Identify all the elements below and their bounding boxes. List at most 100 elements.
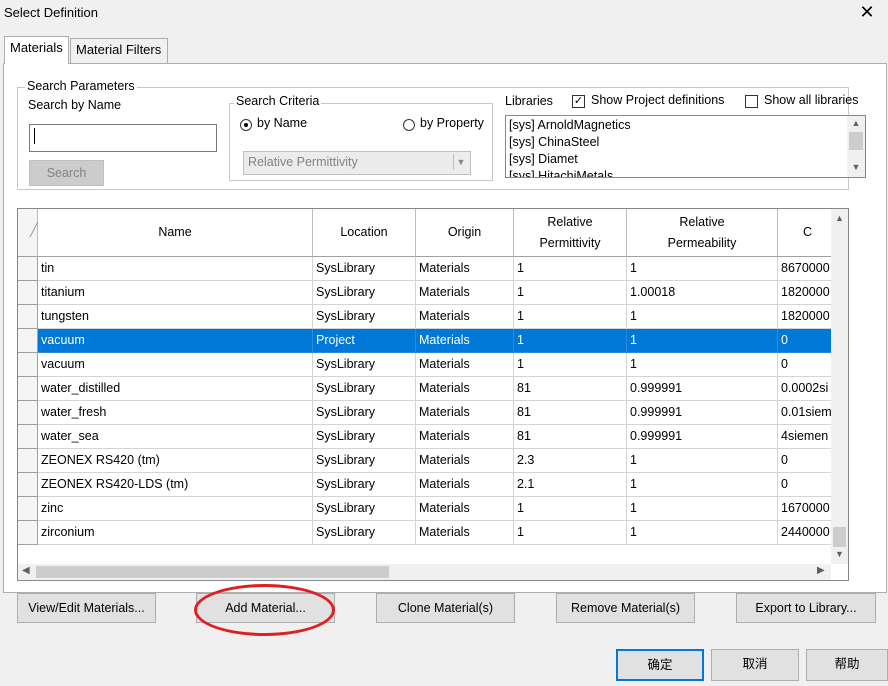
row-header[interactable] xyxy=(18,473,38,497)
table-cell[interactable]: 0 xyxy=(778,449,831,473)
table-cell[interactable]: SysLibrary xyxy=(313,257,416,281)
tab-materials[interactable]: Materials xyxy=(4,36,69,64)
column-header[interactable]: Relative Permittivity xyxy=(514,209,627,257)
column-header[interactable]: Relative Permeability xyxy=(627,209,778,257)
table-cell[interactable]: Materials xyxy=(416,281,514,305)
table-cell[interactable]: 1 xyxy=(627,473,778,497)
tab-material-filters[interactable]: Material Filters xyxy=(70,38,168,63)
by-name-radio[interactable] xyxy=(240,119,252,131)
row-header[interactable] xyxy=(18,401,38,425)
libraries-list[interactable]: [sys] ArnoldMagnetics [sys] ChinaSteel [… xyxy=(505,115,866,178)
table-cell[interactable]: SysLibrary xyxy=(313,401,416,425)
table-cell[interactable]: SysLibrary xyxy=(313,521,416,545)
table-cell[interactable]: 1 xyxy=(514,305,627,329)
table-cell[interactable]: tin xyxy=(38,257,313,281)
table-cell[interactable]: 1 xyxy=(627,329,778,353)
table-cell[interactable]: 1 xyxy=(627,353,778,377)
row-header[interactable] xyxy=(18,425,38,449)
table-cell[interactable]: 1670000 xyxy=(778,497,831,521)
table-cell[interactable]: water_distilled xyxy=(38,377,313,401)
row-header[interactable] xyxy=(18,329,38,353)
export-to-library-button[interactable]: Export to Library... xyxy=(736,593,876,623)
table-cell[interactable]: 8670000 xyxy=(778,257,831,281)
scroll-thumb[interactable] xyxy=(36,566,389,578)
show-project-checkbox[interactable]: ✓ xyxy=(572,95,585,108)
table-cell[interactable]: 4siemen xyxy=(778,425,831,449)
table-cell[interactable]: 1 xyxy=(514,329,627,353)
table-cell[interactable]: SysLibrary xyxy=(313,377,416,401)
table-cell[interactable]: 1.00018 xyxy=(627,281,778,305)
row-header[interactable] xyxy=(18,281,38,305)
clone-materials-button[interactable]: Clone Material(s) xyxy=(376,593,515,623)
library-item[interactable]: [sys] ArnoldMagnetics xyxy=(509,117,631,134)
column-header[interactable]: Location xyxy=(313,209,416,257)
table-cell[interactable]: water_fresh xyxy=(38,401,313,425)
libraries-scrollbar[interactable]: ▲ ▼ xyxy=(847,116,865,177)
scroll-thumb[interactable] xyxy=(833,527,846,547)
row-header[interactable] xyxy=(18,353,38,377)
table-cell[interactable]: SysLibrary xyxy=(313,281,416,305)
table-cell[interactable]: zirconium xyxy=(38,521,313,545)
help-button[interactable]: 帮助 xyxy=(806,649,888,681)
table-cell[interactable]: water_sea xyxy=(38,425,313,449)
table-cell[interactable]: SysLibrary xyxy=(313,353,416,377)
table-cell[interactable]: 0.999991 xyxy=(627,401,778,425)
table-horizontal-scrollbar[interactable]: ◀ ▶ xyxy=(18,564,831,580)
table-cell[interactable]: SysLibrary xyxy=(313,305,416,329)
scroll-up-icon[interactable]: ▲ xyxy=(847,118,865,128)
column-header[interactable]: Origin xyxy=(416,209,514,257)
scroll-down-icon[interactable]: ▼ xyxy=(847,162,865,172)
table-cell[interactable]: tungsten xyxy=(38,305,313,329)
library-item[interactable]: [sys] Diamet xyxy=(509,151,578,168)
table-cell[interactable]: 1 xyxy=(514,353,627,377)
scroll-left-icon[interactable]: ◀ xyxy=(22,565,30,576)
table-cell[interactable]: vacuum xyxy=(38,353,313,377)
cancel-button[interactable]: 取消 xyxy=(711,649,799,681)
table-cell[interactable]: Materials xyxy=(416,521,514,545)
table-cell[interactable]: zinc xyxy=(38,497,313,521)
table-cell[interactable]: SysLibrary xyxy=(313,473,416,497)
table-cell[interactable]: titanium xyxy=(38,281,313,305)
table-cell[interactable]: Materials xyxy=(416,257,514,281)
column-header[interactable]: C xyxy=(778,209,831,257)
table-cell[interactable]: 2440000 xyxy=(778,521,831,545)
add-material-button[interactable]: Add Material... xyxy=(196,593,335,623)
table-cell[interactable]: 2.1 xyxy=(514,473,627,497)
by-property-radio[interactable] xyxy=(403,119,415,131)
table-cell[interactable]: ZEONEX RS420-LDS (tm) xyxy=(38,473,313,497)
library-item[interactable]: [sys] HitachiMetals xyxy=(509,168,613,177)
table-cell[interactable]: 1 xyxy=(627,449,778,473)
column-header[interactable]: Name xyxy=(38,209,313,257)
table-cell[interactable]: Materials xyxy=(416,377,514,401)
property-select[interactable]: Relative Permittivity ▼ xyxy=(243,151,471,175)
close-button[interactable]: ✕ xyxy=(852,1,882,23)
table-cell[interactable]: 1 xyxy=(514,257,627,281)
scroll-thumb[interactable] xyxy=(849,132,863,150)
show-all-libraries-checkbox[interactable] xyxy=(745,95,758,108)
table-cell[interactable]: 0.999991 xyxy=(627,425,778,449)
table-cell[interactable]: Project xyxy=(313,329,416,353)
scroll-down-icon[interactable]: ▼ xyxy=(831,549,848,559)
table-cell[interactable]: 1 xyxy=(514,281,627,305)
table-cell[interactable]: 1 xyxy=(627,305,778,329)
table-cell[interactable]: 0.0002si xyxy=(778,377,831,401)
search-name-input[interactable] xyxy=(29,124,217,152)
materials-table[interactable]: ╱ Name Location Origin Relative Permittivity… xyxy=(17,208,849,581)
table-cell[interactable]: Materials xyxy=(416,305,514,329)
table-cell[interactable]: Materials xyxy=(416,473,514,497)
table-cell[interactable]: 1820000 xyxy=(778,281,831,305)
table-cell[interactable]: Materials xyxy=(416,425,514,449)
table-cell[interactable]: 81 xyxy=(514,401,627,425)
table-cell[interactable]: vacuum xyxy=(38,329,313,353)
row-header[interactable] xyxy=(18,377,38,401)
table-cell[interactable]: Materials xyxy=(416,497,514,521)
table-cell[interactable]: 1 xyxy=(627,521,778,545)
table-cell[interactable]: 1 xyxy=(514,497,627,521)
view-edit-materials-button[interactable]: View/Edit Materials... xyxy=(17,593,156,623)
table-cell[interactable]: Materials xyxy=(416,449,514,473)
table-cell[interactable]: SysLibrary xyxy=(313,449,416,473)
table-cell[interactable]: ZEONEX RS420 (tm) xyxy=(38,449,313,473)
table-cell[interactable]: 81 xyxy=(514,377,627,401)
table-cell[interactable]: 1 xyxy=(627,497,778,521)
table-cell[interactable]: 1 xyxy=(627,257,778,281)
